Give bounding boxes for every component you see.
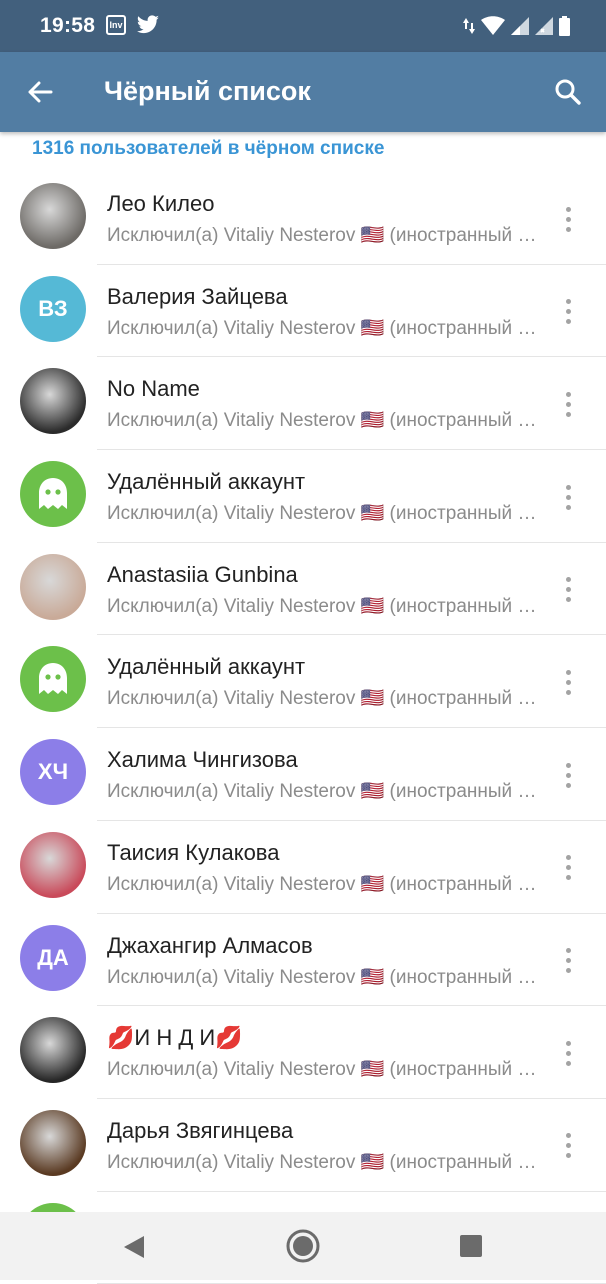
more-options-icon[interactable] [554, 480, 582, 514]
user-name: Таисия Кулакова [107, 839, 280, 865]
nav-back-icon[interactable] [122, 1234, 146, 1260]
user-name: Удалённый аккаунт [107, 654, 306, 680]
removed-by-text: Исключил(а) Vitaliy Nesterov 🇺🇸 (иностра… [107, 1059, 537, 1081]
user-name: Халима Чингизова [107, 747, 298, 773]
removed-by-text: Исключил(а) Vitaliy Nesterov 🇺🇸 (иностра… [107, 688, 537, 710]
status-icons [463, 14, 570, 38]
more-options-icon[interactable] [554, 202, 582, 236]
back-button[interactable] [20, 72, 60, 112]
ghost-icon [39, 478, 67, 510]
blocked-user-list: Лео Килео Исключил(а) Vitaliy Nesterov 🇺🇸… [0, 172, 606, 1284]
user-name: Валерия Зайцева [107, 283, 288, 309]
search-icon [555, 79, 581, 105]
removed-by-text: Исключил(а) Vitaliy Nesterov 🇺🇸 (иностра… [107, 317, 537, 339]
list-item[interactable]: Удалённый аккаунт Исключил(а) Vitaliy Nes… [0, 635, 606, 729]
status-bar: 19:58 Inv [0, 0, 606, 52]
signal-x-icon [535, 17, 553, 35]
arrow-left-icon [28, 81, 53, 103]
app-bar: Чёрный список [0, 52, 606, 132]
list-item[interactable]: Удалённый аккаунт Исключил(а) Vitaliy Nes… [0, 450, 606, 543]
avatar [20, 646, 86, 713]
more-options-icon[interactable] [554, 851, 582, 885]
list-item[interactable]: ДА Джахангир Алмасов Исключил(а) Vitaliy N… [0, 914, 606, 1007]
avatar-initials: ДА [37, 944, 69, 970]
list-item[interactable]: ХЧ Халима Чингизова Исключил(а) Vitaliy Ne… [0, 728, 606, 821]
user-name: Лео Килео [107, 191, 215, 216]
nav-recents-icon[interactable] [460, 1235, 482, 1257]
user-name: Джахангир Алмасов [107, 932, 313, 958]
status-time: 19:58 [40, 14, 96, 37]
battery-icon [559, 16, 570, 36]
more-options-icon[interactable] [554, 944, 582, 978]
avatar: ВЗ [20, 275, 86, 342]
more-options-icon[interactable] [554, 1129, 582, 1163]
avatar [20, 1017, 86, 1084]
avatar [20, 461, 86, 528]
list-item[interactable]: Лео Килео Исключил(а) Vitaliy Nesterov 🇺🇸… [0, 172, 606, 265]
user-name: 💋И Н Д И💋 [107, 1025, 243, 1051]
list-item[interactable]: Таисия Кулакова Исключил(а) Vitaliy Neste… [0, 821, 606, 914]
removed-by-text: Исключил(а) Vitaliy Nesterov 🇺🇸 (иностра… [107, 1151, 537, 1173]
avatar-initials: ВЗ [38, 295, 68, 321]
nav-home-icon[interactable] [286, 1229, 320, 1263]
more-options-icon[interactable] [554, 1036, 582, 1070]
more-options-icon[interactable] [554, 758, 582, 792]
removed-by-text: Исключил(а) Vitaliy Nesterov 🇺🇸 (иностра… [107, 595, 537, 617]
more-options-icon[interactable] [554, 665, 582, 699]
avatar [20, 183, 86, 249]
list-item[interactable]: ВЗ Валерия Зайцева Исключил(а) Vitaliy Nes… [0, 265, 606, 358]
twitter-icon [136, 15, 159, 34]
user-name: Дарья Звягинцева [107, 1117, 294, 1143]
avatar-initials: ХЧ [37, 759, 69, 785]
avatar [20, 553, 86, 620]
user-name: Удалённый аккаунт [107, 469, 306, 495]
data-arrows-icon [463, 18, 475, 34]
inv-app-icon: Inv [106, 15, 126, 35]
removed-by-text: Исключил(а) Vitaliy Nesterov 🇺🇸 (иностра… [107, 503, 537, 525]
avatar: ХЧ [20, 739, 86, 806]
page-title: Чёрный список [104, 76, 311, 106]
removed-by-text: Исключил(а) Vitaliy Nesterov 🇺🇸 (иностра… [107, 225, 537, 246]
user-name: No Name [107, 376, 200, 402]
list-item[interactable]: 💋И Н Д И💋 Исключил(а) Vitaliy Nesterov 🇺🇸… [0, 1006, 606, 1099]
removed-by-text: Исключил(а) Vitaliy Nesterov 🇺🇸 (иностра… [107, 781, 537, 803]
list-item[interactable]: Anastasiia Gunbina Исключил(а) Vitaliy Ne… [0, 543, 606, 636]
more-options-icon[interactable] [554, 295, 582, 329]
wifi-icon [481, 16, 505, 35]
more-options-icon[interactable] [554, 387, 582, 421]
removed-by-text: Исключил(а) Vitaliy Nesterov 🇺🇸 (иностра… [107, 873, 537, 895]
ghost-icon [39, 663, 67, 695]
list-item[interactable]: No Name Исключил(а) Vitaliy Nesterov 🇺🇸 (… [0, 357, 606, 451]
removed-by-text: Исключил(а) Vitaliy Nesterov 🇺🇸 (иностра… [107, 966, 537, 988]
avatar [20, 368, 86, 435]
system-nav-bar [0, 1212, 606, 1280]
avatar: ДА [20, 924, 86, 991]
avatar [20, 1109, 86, 1176]
search-button[interactable] [548, 72, 588, 112]
user-name: Anastasiia Gunbina [107, 561, 298, 587]
more-options-icon[interactable] [554, 573, 582, 607]
list-item[interactable]: Дарья Звягинцева Исключил(а) Vitaliy Nest… [0, 1099, 606, 1192]
removed-by-text: Исключил(а) Vitaliy Nesterov 🇺🇸 (иностра… [107, 410, 537, 432]
avatar [20, 831, 86, 898]
signal-icon [511, 17, 529, 35]
blocked-count-header: 1316 пользователей в чёрном списке [32, 138, 385, 159]
